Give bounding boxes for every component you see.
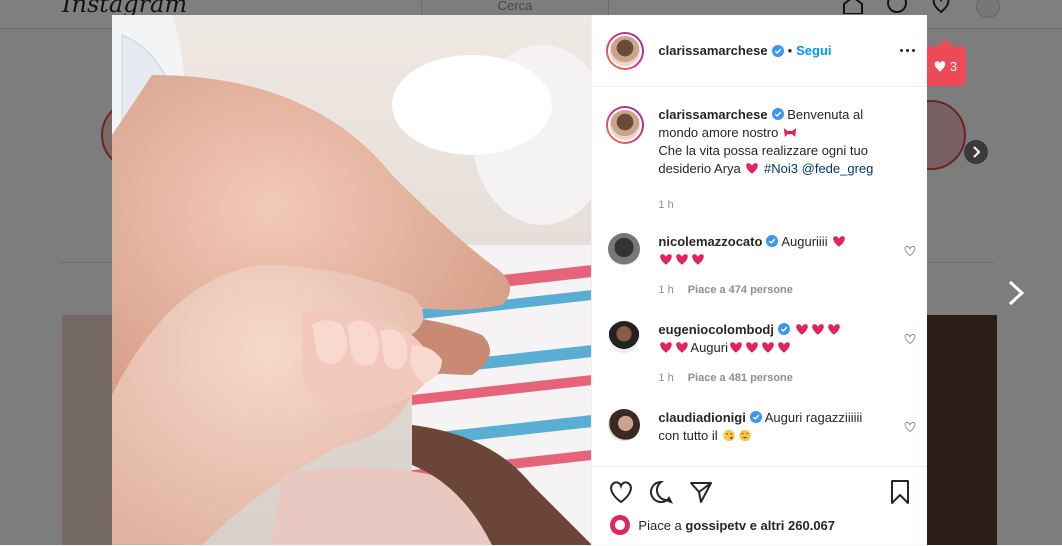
more-options-icon[interactable] xyxy=(900,49,915,52)
commenter-avatar[interactable] xyxy=(608,233,641,265)
red-heart-icon xyxy=(746,342,758,353)
heart-icon xyxy=(934,60,946,72)
separator-dot: • xyxy=(787,43,793,58)
comment-likes[interactable]: Piace a 474 persone xyxy=(688,281,793,299)
like-comment-icon[interactable] xyxy=(904,333,916,345)
comment-time[interactable]: 1 h xyxy=(658,281,673,299)
stories-next-button[interactable] xyxy=(964,140,988,164)
comment-text: Auguriiii xyxy=(781,234,828,249)
heart-eyes-emoji-icon xyxy=(739,429,751,442)
verified-icon xyxy=(749,411,762,423)
red-heart-icon xyxy=(660,254,673,265)
author-avatar[interactable] xyxy=(606,31,645,70)
post-modal: clarissamarchese • Segui clarissamarches… xyxy=(112,15,928,546)
verified-icon xyxy=(777,323,790,335)
red-heart-icon xyxy=(746,163,759,174)
comment-likes[interactable]: Piace a 481 persone xyxy=(688,369,793,387)
comment-item: nicolemazzocato Auguriiii 1 h Piace a 474… xyxy=(608,233,916,299)
commenter-avatar[interactable] xyxy=(608,321,641,353)
red-heart-icon xyxy=(827,324,840,335)
comment-item: claudiadionigi Auguri ragazziiiiii con t… xyxy=(608,409,916,445)
red-heart-icon xyxy=(795,324,808,335)
post-header: clarissamarchese • Segui xyxy=(592,15,927,87)
next-post-button[interactable] xyxy=(1004,278,1028,308)
red-heart-icon xyxy=(811,324,824,335)
author-username[interactable]: clarissamarchese xyxy=(658,43,767,58)
hashtag-link[interactable]: #Noi3 xyxy=(764,161,798,176)
caption-time[interactable]: 1 h xyxy=(658,196,673,214)
verified-icon xyxy=(766,235,779,247)
like-comment-icon[interactable] xyxy=(904,245,916,257)
red-heart-icon xyxy=(676,342,689,353)
like-comment-icon[interactable] xyxy=(904,421,916,433)
post-actions: Piace a gossipetv e altri 260.067 xyxy=(592,466,928,546)
post-photo[interactable] xyxy=(112,15,592,545)
comment-text: Auguri xyxy=(690,340,728,355)
ribbon-icon xyxy=(783,128,797,137)
post-side-panel: clarissamarchese • Segui clarissamarches… xyxy=(591,15,928,546)
follow-button[interactable]: Segui xyxy=(796,43,831,58)
red-heart-icon xyxy=(692,254,705,265)
author-avatar[interactable] xyxy=(606,106,645,144)
caption-username[interactable]: clarissamarchese xyxy=(658,107,767,122)
red-heart-icon xyxy=(778,342,790,353)
wink-kiss-emoji-icon xyxy=(723,429,735,442)
notification-count: 3 xyxy=(949,58,958,74)
likes-summary: Piace a gossipetv e altri 260.067 xyxy=(610,515,835,535)
red-heart-icon xyxy=(762,342,774,353)
red-heart-icon xyxy=(660,342,673,353)
comment-username[interactable]: claudiadionigi xyxy=(658,410,745,425)
share-icon[interactable] xyxy=(688,479,714,505)
verified-icon xyxy=(771,44,784,57)
comments-list[interactable]: clarissamarchese Benvenuta al mondo amor… xyxy=(592,88,927,466)
red-heart-icon xyxy=(676,254,689,265)
red-heart-icon xyxy=(833,236,846,247)
red-heart-icon xyxy=(730,342,742,353)
comment-username[interactable]: eugeniocolombodj xyxy=(658,322,774,337)
notification-badge[interactable]: 3 xyxy=(924,39,966,86)
like-icon[interactable] xyxy=(608,479,634,505)
chevron-right-icon xyxy=(973,146,981,158)
liker-avatar[interactable] xyxy=(610,515,631,535)
mention-link[interactable]: @fede_greg xyxy=(802,161,874,176)
comment-icon[interactable] xyxy=(648,479,674,505)
caption: clarissamarchese Benvenuta al mondo amor… xyxy=(606,106,908,214)
comment-item: eugeniocolombodj Auguri 1 h Piace a 481 p… xyxy=(608,321,916,387)
commenter-avatar[interactable] xyxy=(608,409,641,441)
comment-username[interactable]: nicolemazzocato xyxy=(658,234,762,249)
likes-count[interactable]: e altri 260.067 xyxy=(750,518,835,533)
likes-prefix: Piace a xyxy=(638,517,682,533)
bookmark-icon[interactable] xyxy=(888,479,914,505)
verified-icon xyxy=(771,108,784,120)
comment-time[interactable]: 1 h xyxy=(658,369,673,387)
liker-username[interactable]: gossipetv xyxy=(685,518,746,533)
baby-hand-photo xyxy=(112,15,592,545)
